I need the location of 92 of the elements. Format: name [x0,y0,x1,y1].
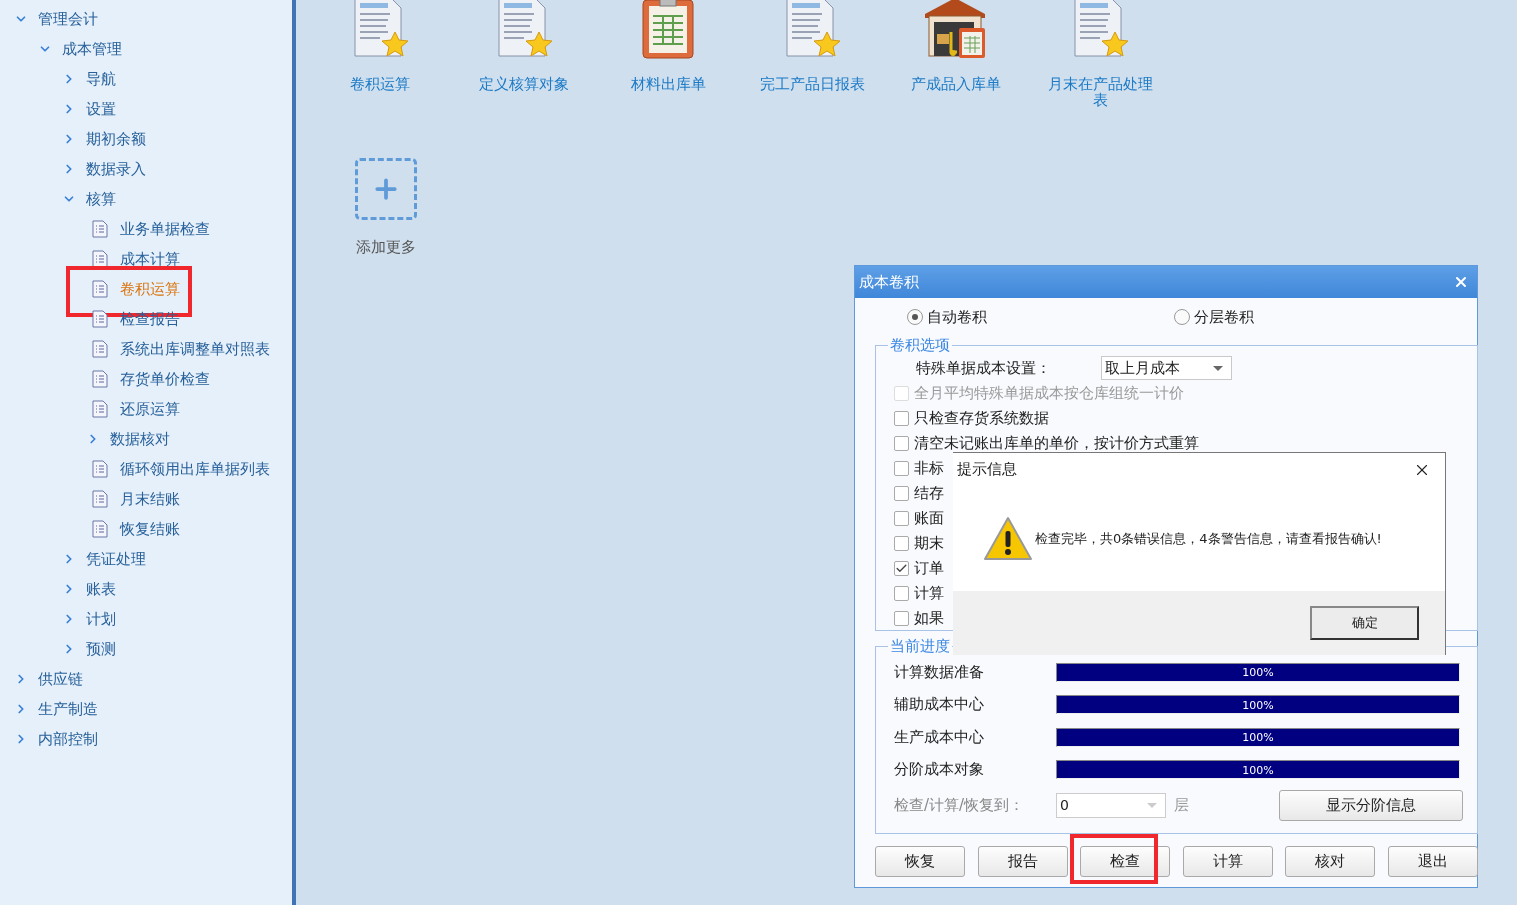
tree-item[interactable]: 管理会计 [0,4,292,34]
shortcut-button[interactable]: 完工产品日报表 [740,0,884,108]
progress-reading: 100% [1242,698,1274,712]
tree-item[interactable]: 循环领用出库单据列表 [0,454,292,484]
checkbox-label: 如果 [914,609,944,628]
dialog-button[interactable]: 检查 [1080,846,1170,877]
tree-item[interactable]: 供应链 [0,664,292,694]
dialog-button[interactable]: 退出 [1387,846,1478,877]
dialog-title: 成本卷积 [859,272,919,292]
tree-item[interactable]: 业务单据检查 [0,214,292,244]
tree-item[interactable]: 恢复结账 [0,514,292,544]
radio-button[interactable] [907,309,923,325]
checkbox-label: 全月平均特殊单据成本按仓库组统一计价 [914,384,1184,403]
tree-item[interactable]: 内部控制 [0,724,292,754]
tree-item[interactable]: 期初余额 [0,124,292,154]
tree-item[interactable]: 系统出库调整单对照表 [0,334,292,364]
warning-icon [983,515,1033,562]
document-icon [92,490,108,508]
radio-button[interactable] [1174,309,1190,325]
progress-reading: 100% [1242,730,1274,744]
checkbox-label: 订单 [914,559,944,578]
shortcut-button[interactable]: 卷积运算 [308,0,452,108]
checkbox[interactable] [894,486,909,501]
tree-item[interactable]: 数据核对 [0,424,292,454]
progress-reading: 100% [1242,763,1274,777]
checkbox-label: 非标 [914,459,944,478]
checkbox-label: 计算 [914,584,944,603]
radio-label: 自动卷积 [927,307,987,327]
show-detail-button[interactable]: 显示分阶信息 [1279,789,1463,821]
field-label: 特殊单据成本设置： [916,358,1051,378]
tree-item[interactable]: 月末结账 [0,484,292,514]
checkbox-label: 只检查存货系统数据 [914,409,1049,428]
message-dialog-title: 提示信息 [957,460,1017,479]
progress-label: 计算数据准备 [894,662,985,682]
progress-label: 分阶成本对象 [894,760,985,780]
shortcut-button[interactable]: 产成品入库单 [884,0,1028,108]
tree-item[interactable]: 生产制造 [0,694,292,724]
checkbox[interactable] [894,461,909,476]
tree-item[interactable]: 成本管理 [0,34,292,64]
checkbox[interactable] [894,561,909,576]
progress-label: 生产成本中心 [894,727,985,747]
checkbox-label: 清空未记账出库单的单价，按计价方式重算 [914,434,1199,453]
shortcut-button[interactable]: 月末在产品处理表 [1028,0,1172,108]
dialog-button[interactable]: 恢复 [875,846,965,877]
document-icon [92,340,108,358]
group-title: 当前进度 [889,637,951,656]
unit-label: 层 [1174,795,1190,815]
group-title: 卷积选项 [889,336,951,355]
checkbox[interactable] [894,536,909,551]
tree-item[interactable]: 核算 [0,184,292,214]
caret-icon [1147,802,1157,808]
progress-reading: 100% [1242,665,1274,679]
caret-icon [1213,365,1223,371]
checkbox[interactable] [894,586,909,601]
shortcut-button[interactable]: 定义核算对象 [452,0,596,108]
document-icon [92,310,108,328]
document-icon [92,250,108,268]
tree-item[interactable]: 预测 [0,634,292,664]
tree-item[interactable]: 数据录入 [0,154,292,184]
document-icon [92,370,108,388]
checkbox-label: 账面 [914,509,944,528]
document-icon [92,520,108,538]
checkbox[interactable] [894,511,909,526]
tree-item[interactable]: 还原运算 [0,394,292,424]
tree-item[interactable]: 设置 [0,94,292,124]
checkbox[interactable] [894,611,909,626]
field-label: 检查/计算/恢复到： [894,795,1026,815]
dialog-button[interactable]: 计算 [1182,846,1273,877]
document-icon [92,220,108,238]
tree-item[interactable]: 存货单价检查 [0,364,292,394]
dropdown[interactable]: 取上月成本 [1101,356,1232,380]
checkbox[interactable] [894,436,909,451]
document-icon [92,400,108,418]
checkbox-label: 期末 [914,534,944,553]
add-more-label: 添加更多 [356,238,416,257]
tree-item[interactable]: 成本计算 [0,244,292,274]
add-button[interactable] [355,158,417,220]
radio-label: 分层卷积 [1194,307,1254,327]
checkbox[interactable] [894,411,909,426]
tree-item[interactable]: 凭证处理 [0,544,292,574]
message-text: 检查完毕，共0条错误信息，4条警告信息，请查看报告确认! [1035,529,1382,548]
tree-item[interactable]: 计划 [0,604,292,634]
ok-button[interactable]: 确定 [1310,606,1419,640]
checkbox-label: 结存 [914,484,944,503]
dialog-button[interactable]: 报告 [977,846,1068,877]
document-icon [92,280,108,298]
dialog-button[interactable]: 核对 [1285,846,1375,877]
shortcut-button[interactable]: 材料出库单 [596,0,740,108]
document-icon [92,460,108,478]
tree-item[interactable]: 导航 [0,64,292,94]
tree-item[interactable]: 账表 [0,574,292,604]
progress-label: 辅助成本中心 [894,695,985,715]
